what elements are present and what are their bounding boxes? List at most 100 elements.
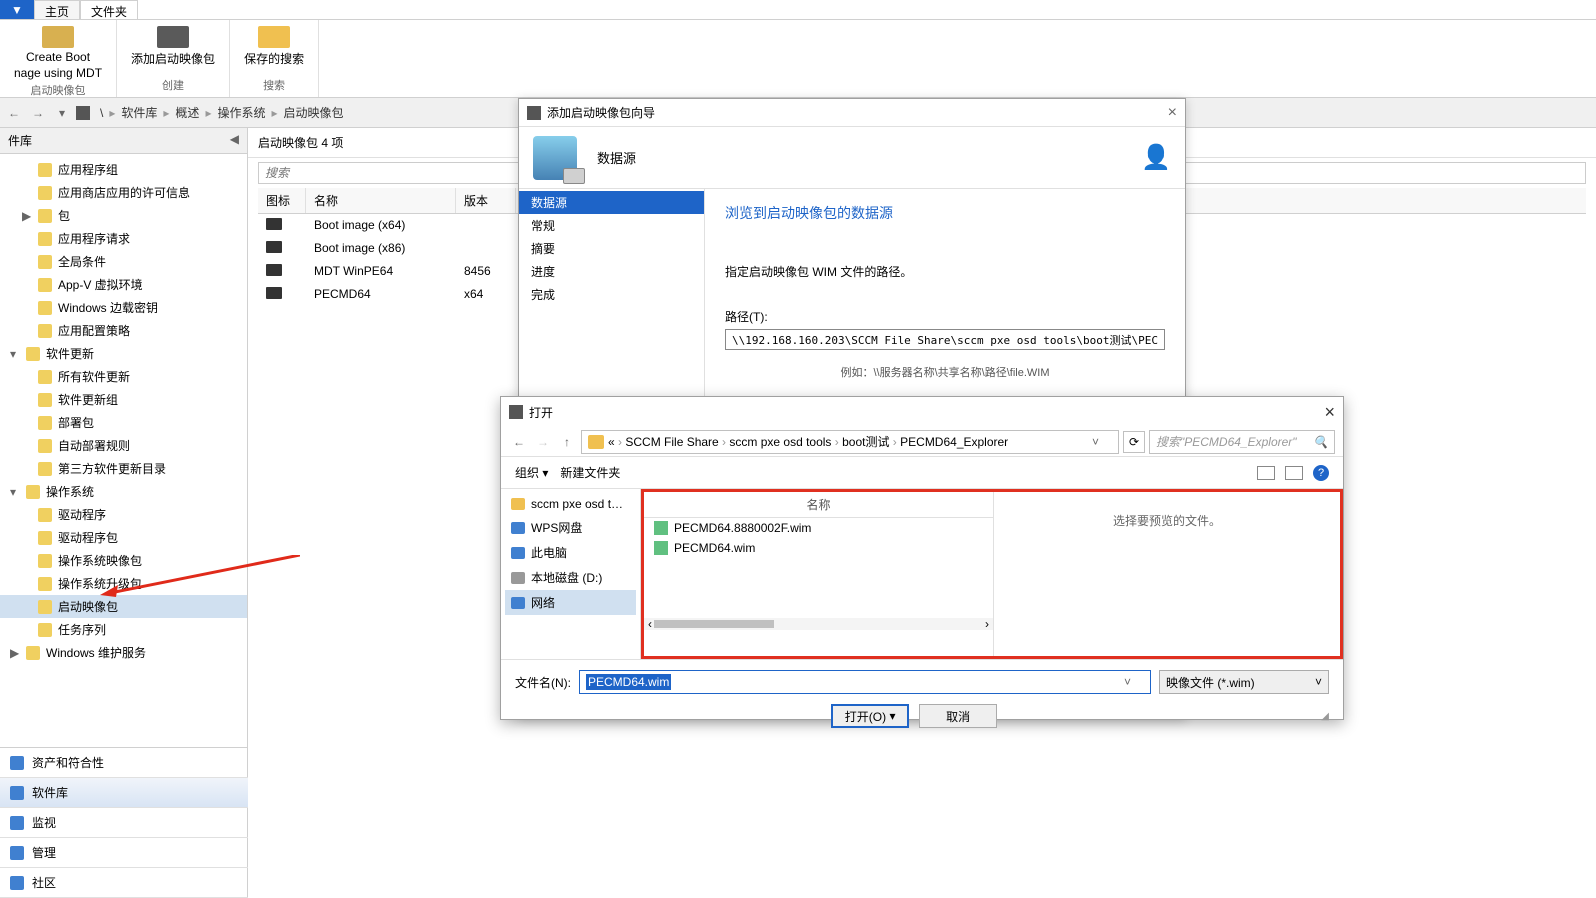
filename-value: PECMD64.wim <box>586 674 671 690</box>
address-crumb[interactable]: boot测试 <box>842 435 889 449</box>
ribbon-tab-file[interactable]: ▼ <box>0 0 34 19</box>
nav-forward[interactable]: → <box>28 103 48 123</box>
sidebar-item[interactable]: Windows 边载密钥 <box>0 296 247 319</box>
wizard-path-input[interactable] <box>725 329 1165 350</box>
nav-dropdown[interactable]: ▾ <box>52 103 72 123</box>
sidebar-item[interactable]: 所有软件更新 <box>0 365 247 388</box>
sidebar-item[interactable]: 第三方软件更新目录 <box>0 457 247 480</box>
sidebar-title: 件库 <box>8 132 32 149</box>
file-item[interactable]: PECMD64.8880002F.wim <box>644 518 993 538</box>
workspace-item[interactable]: 资产和符合性 <box>0 748 248 778</box>
dialog-icon <box>509 405 523 419</box>
wizard-close-button[interactable]: × <box>1168 104 1177 122</box>
ribbon-tab-folder[interactable]: 文件夹 <box>80 0 138 19</box>
preview-pane-button[interactable] <box>1285 466 1303 480</box>
address-crumb[interactable]: « <box>608 435 615 449</box>
open-button[interactable]: 打开(O) ▾ <box>831 704 909 728</box>
sidebar-item[interactable]: 部署包 <box>0 411 247 434</box>
wizard-step[interactable]: 进度 <box>519 260 704 283</box>
ribbon-tabs: ▼ 主页 文件夹 <box>0 0 1596 20</box>
sidebar-collapse-icon[interactable]: ◀ <box>230 132 239 149</box>
sidebar-item[interactable]: ▶Windows 维护服务 <box>0 641 247 664</box>
filename-input[interactable]: PECMD64.wim ˅ <box>579 670 1151 694</box>
workspace-item[interactable]: 社区 <box>0 868 248 898</box>
wizard-path-prompt: 指定启动映像包 WIM 文件的路径。 <box>725 263 1165 280</box>
scroll-thumb[interactable] <box>654 620 774 628</box>
sidebar-item[interactable]: 操作系统映像包 <box>0 549 247 572</box>
sidebar-item[interactable]: App-V 虚拟环境 <box>0 273 247 296</box>
sidebar-item[interactable]: 应用程序组 <box>0 158 247 181</box>
sidebar-item[interactable]: 应用程序请求 <box>0 227 247 250</box>
dialog-close-button[interactable]: × <box>1324 402 1335 423</box>
sidebar-item[interactable]: 全局条件 <box>0 250 247 273</box>
wizard-step[interactable]: 数据源 <box>519 191 704 214</box>
sidebar-item[interactable]: ▾软件更新 <box>0 342 247 365</box>
col-version[interactable]: 版本 <box>456 188 516 213</box>
wizard-step[interactable]: 常规 <box>519 214 704 237</box>
workspace-item[interactable]: 管理 <box>0 838 248 868</box>
dialog-refresh-button[interactable]: ⟳ <box>1123 431 1145 453</box>
file-col-name[interactable]: 名称 <box>644 492 993 518</box>
sidebar-item[interactable]: 应用配置策略 <box>0 319 247 342</box>
saved-search-button[interactable]: 保存的搜索 <box>238 24 310 69</box>
file-item[interactable]: PECMD64.wim <box>644 538 993 558</box>
sidebar-item[interactable]: 操作系统升级包 <box>0 572 247 595</box>
tree-item[interactable]: sccm pxe osd t… <box>505 493 636 515</box>
address-dropdown-icon[interactable]: ˅ <box>1092 435 1112 449</box>
wizard-step[interactable]: 摘要 <box>519 237 704 260</box>
sidebar-tree: 应用程序组应用商店应用的许可信息▶包应用程序请求全局条件App-V 虚拟环境Wi… <box>0 154 247 668</box>
sidebar-item[interactable]: ▶包 <box>0 204 247 227</box>
wizard-help-icon[interactable]: 👤 <box>1141 143 1171 172</box>
file-list-scrollbar[interactable]: ‹ › <box>644 618 993 630</box>
tree-item[interactable]: 此电脑 <box>505 540 636 565</box>
address-crumb[interactable]: sccm pxe osd tools <box>729 435 831 449</box>
wizard-step[interactable]: 完成 <box>519 283 704 306</box>
dialog-folder-tree: sccm pxe osd t…WPS网盘此电脑本地磁盘 (D:)网络 <box>501 489 641 659</box>
sidebar-item[interactable]: 启动映像包 <box>0 595 247 618</box>
view-mode-button[interactable] <box>1257 466 1275 480</box>
cancel-button[interactable]: 取消 <box>919 704 997 728</box>
address-crumb[interactable]: SCCM File Share <box>625 435 718 449</box>
package-icon <box>157 26 189 48</box>
filetype-filter[interactable]: 映像文件 (*.wim) ˅ <box>1159 670 1329 694</box>
add-boot-image-button[interactable]: 添加启动映像包 <box>125 24 221 69</box>
new-folder-button[interactable]: 新建文件夹 <box>560 464 620 481</box>
workspace-item[interactable]: 监视 <box>0 808 248 838</box>
breadcrumb-item[interactable]: 概述 <box>169 106 205 120</box>
sidebar-item[interactable]: 自动部署规则 <box>0 434 247 457</box>
dialog-search-field[interactable]: 搜索"PECMD64_Explorer" 🔍 <box>1149 430 1335 454</box>
dialog-files-panel: 名称 PECMD64.8880002F.wimPECMD64.wim ‹ › 选… <box>641 489 1343 659</box>
tree-item[interactable]: 网络 <box>505 590 636 615</box>
dialog-address-bar[interactable]: « › SCCM File Share › sccm pxe osd tools… <box>581 430 1119 454</box>
scroll-left-icon[interactable]: ‹ <box>648 617 652 631</box>
create-boot-mdt-button[interactable]: Create Boot nage using MDT <box>8 24 108 82</box>
tree-item[interactable]: 本地磁盘 (D:) <box>505 565 636 590</box>
breadcrumb-item[interactable]: 启动映像包 <box>278 106 350 120</box>
workspace-item[interactable]: 软件库 <box>0 778 248 808</box>
sidebar-item[interactable]: 应用商店应用的许可信息 <box>0 181 247 204</box>
dialog-up[interactable]: ↑ <box>557 432 577 452</box>
breadcrumb-item[interactable]: 软件库 <box>115 106 163 120</box>
help-icon[interactable]: ? <box>1313 465 1329 481</box>
ribbon-tab-home[interactable]: 主页 <box>34 0 80 19</box>
sidebar-item[interactable]: 驱动程序 <box>0 503 247 526</box>
scroll-right-icon[interactable]: › <box>985 617 989 631</box>
nav-home-icon[interactable] <box>76 106 90 120</box>
sidebar-item[interactable]: 任务序列 <box>0 618 247 641</box>
filter-dropdown-icon: ˅ <box>1315 675 1322 689</box>
tree-item[interactable]: WPS网盘 <box>505 515 636 540</box>
breadcrumb-item[interactable]: \ <box>94 106 109 120</box>
dialog-back[interactable]: ← <box>509 432 529 452</box>
breadcrumb-item[interactable]: 操作系统 <box>211 106 271 120</box>
sidebar-item[interactable]: 软件更新组 <box>0 388 247 411</box>
dialog-forward[interactable]: → <box>533 432 553 452</box>
resize-grip-icon[interactable]: ◢ <box>1321 711 1329 722</box>
filename-dropdown-icon[interactable]: ˅ <box>1124 675 1144 689</box>
col-name[interactable]: 名称 <box>306 188 456 213</box>
col-icon[interactable]: 图标 <box>258 188 306 213</box>
address-crumb[interactable]: PECMD64_Explorer <box>900 435 1008 449</box>
organize-button[interactable]: 组织 ▾ <box>515 464 548 481</box>
nav-back[interactable]: ← <box>4 103 24 123</box>
sidebar-item[interactable]: 驱动程序包 <box>0 526 247 549</box>
sidebar-item[interactable]: ▾操作系统 <box>0 480 247 503</box>
